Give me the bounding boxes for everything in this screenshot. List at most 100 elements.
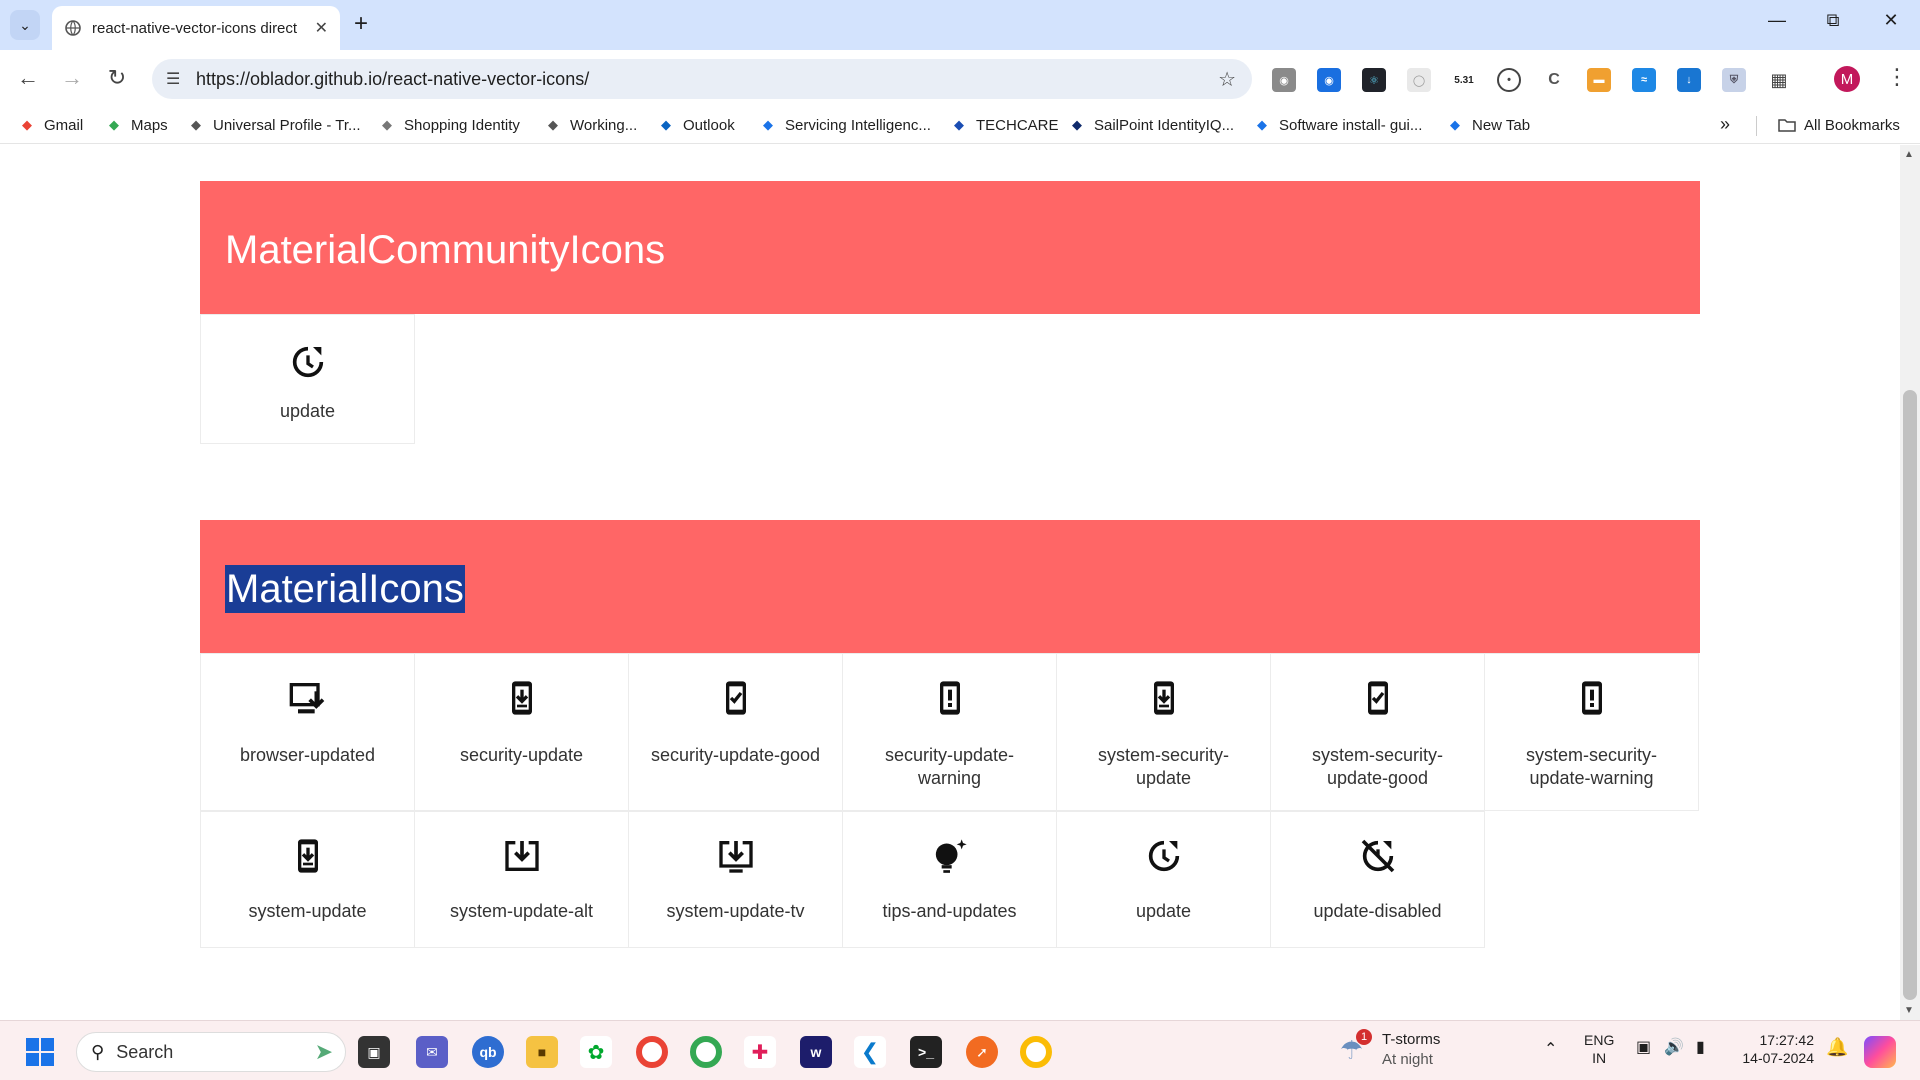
back-button[interactable]: ←: [14, 66, 42, 90]
bookmark-item[interactable]: ◆ Working...: [544, 116, 637, 134]
icon-cell[interactable]: system-update-alt: [414, 811, 629, 948]
icon-cell[interactable]: system-security-update: [1056, 653, 1271, 811]
icon-cell[interactable]: browser-updated: [200, 653, 415, 811]
all-bookmarks-button[interactable]: All Bookmarks: [1778, 116, 1900, 134]
chrome-icon[interactable]: [1020, 1036, 1052, 1068]
vscode-icon[interactable]: ❮: [854, 1036, 886, 1068]
volume-icon[interactable]: 🔊: [1664, 1037, 1684, 1057]
bookmark-item[interactable]: ◆ Universal Profile - Tr...: [187, 116, 361, 134]
bookmarks-overflow-icon[interactable]: »: [1720, 114, 1730, 135]
teams-icon[interactable]: ✉: [416, 1036, 448, 1068]
browser-toolbar: ← → ↻ ☰ https://oblador.github.io/react-…: [0, 50, 1920, 108]
tab-search-button[interactable]: ⌄: [10, 10, 40, 40]
bookmark-item[interactable]: ◆ Servicing Intelligenc...: [759, 116, 931, 134]
icon-cell[interactable]: update: [1056, 811, 1271, 948]
wallet-extension-icon[interactable]: ▬: [1587, 68, 1611, 92]
network-icon[interactable]: ▣: [1636, 1037, 1651, 1057]
tray-chevron-up-icon[interactable]: ⌃: [1544, 1039, 1557, 1059]
puzzle-extensions-icon[interactable]: ▦: [1767, 68, 1791, 92]
icon-cell[interactable]: security-update-good: [628, 653, 843, 811]
profile-avatar[interactable]: M: [1834, 66, 1860, 92]
bookmark-item[interactable]: ◆ Maps: [105, 116, 168, 134]
close-window-button[interactable]: ✕: [1876, 10, 1906, 31]
chevron-down-icon: ⌄: [19, 16, 31, 33]
restore-button[interactable]: ⧉: [1818, 10, 1848, 31]
section-title: MaterialIcons: [225, 565, 465, 613]
all-bookmarks-label: All Bookmarks: [1804, 116, 1900, 134]
chrome-profile-r-icon[interactable]: [690, 1036, 722, 1068]
bookmark-label: Shopping Identity: [404, 116, 520, 134]
reload-button[interactable]: ↻: [103, 66, 131, 90]
bookmark-item[interactable]: ◆ New Tab: [1446, 116, 1530, 134]
bookmark-item[interactable]: ◆ Gmail: [18, 116, 83, 134]
address-bar[interactable]: ☰ https://oblador.github.io/react-native…: [152, 59, 1252, 99]
minimize-button[interactable]: —: [1762, 10, 1792, 31]
notification-bell-icon[interactable]: 🔔: [1826, 1037, 1848, 1058]
icon-name: update: [1135, 901, 1192, 921]
extension-circle-icon[interactable]: ◯: [1407, 68, 1431, 92]
screenshot-extension-icon[interactable]: ◉: [1317, 68, 1341, 92]
menu-kebab-icon[interactable]: ⋮: [1886, 64, 1908, 90]
scrollbar-thumb[interactable]: [1903, 390, 1917, 1000]
phone-down-icon: [297, 839, 318, 873]
site-info-icon[interactable]: ☰: [166, 69, 180, 89]
page-scrollbar[interactable]: ▲ ▼: [1900, 145, 1920, 1020]
bookmark-item[interactable]: ◆ Shopping Identity: [378, 116, 520, 134]
badge-extension-icon[interactable]: 5.31: [1452, 68, 1476, 92]
code-extension-icon[interactable]: •: [1497, 68, 1521, 92]
react-devtools-icon[interactable]: ⚛: [1362, 68, 1386, 92]
camera-extension-icon[interactable]: ◉: [1272, 68, 1296, 92]
taskbar-search[interactable]: ⚲ Search ➤: [76, 1032, 346, 1072]
scroll-down-icon[interactable]: ▼: [1904, 1005, 1914, 1016]
task-view-icon[interactable]: ▣: [358, 1036, 390, 1068]
bookmark-item[interactable]: ◆ SailPoint IdentityIQ...: [1068, 116, 1234, 134]
bookmark-item[interactable]: ◆ TECHCARE: [950, 116, 1059, 134]
tab-strip: ⌄ react-native-vector-icons direct ✕ + —…: [0, 0, 1920, 50]
bookmark-star-icon[interactable]: ☆: [1218, 67, 1236, 92]
bookmarks-bar: » All Bookmarks ◆ Gmail ◆ Maps ◆ Universal Pr…: [0, 108, 1920, 144]
c-extension-icon[interactable]: C: [1542, 68, 1566, 92]
terminal-icon[interactable]: >_: [910, 1036, 942, 1068]
icon-cell[interactable]: system-update-tv: [628, 811, 843, 948]
bookmark-label: TECHCARE: [976, 116, 1059, 134]
active-tab[interactable]: react-native-vector-icons direct ✕: [52, 6, 340, 50]
bookmark-item[interactable]: ◆ Software install- gui...: [1253, 116, 1422, 134]
section-title: MaterialCommunityIcons: [225, 228, 666, 272]
weather-badge: 1: [1356, 1029, 1372, 1045]
icon-cell[interactable]: system-update: [200, 811, 415, 948]
file-explorer-icon[interactable]: ■: [526, 1036, 558, 1068]
webex-icon[interactable]: w: [800, 1036, 832, 1068]
icon-cell[interactable]: tips-and-updates: [842, 811, 1057, 948]
copilot-icon[interactable]: [1864, 1036, 1896, 1068]
icon-cell[interactable]: system-security-update-good: [1270, 653, 1485, 811]
windows-start-icon[interactable]: [24, 1036, 56, 1068]
scroll-up-icon[interactable]: ▲: [1904, 149, 1914, 160]
slack-icon[interactable]: ✚: [744, 1036, 776, 1068]
icon-cell[interactable]: system-security-update-warning: [1484, 653, 1699, 811]
battery-icon[interactable]: ▮: [1696, 1037, 1705, 1057]
language-indicator[interactable]: ENG IN: [1584, 1031, 1614, 1067]
qb-icon[interactable]: qb: [472, 1036, 504, 1068]
forward-button[interactable]: →: [58, 66, 86, 90]
software-icon: ◆: [1257, 117, 1267, 132]
close-tab-icon[interactable]: ✕: [315, 18, 328, 38]
bookmark-item[interactable]: ◆ Outlook: [657, 116, 735, 134]
servicing-icon: ◆: [763, 117, 773, 132]
wifi-extension-icon[interactable]: ≈: [1632, 68, 1656, 92]
phone-down-icon: [1153, 681, 1174, 715]
icon-cell[interactable]: update: [200, 314, 415, 444]
maps-icon: ◆: [109, 117, 119, 132]
new-tab-button[interactable]: +: [354, 12, 368, 36]
bookmark-label: Outlook: [683, 116, 735, 134]
evernote-icon[interactable]: ✿: [580, 1036, 612, 1068]
icon-cell[interactable]: update-disabled: [1270, 811, 1485, 948]
chrome-profile-m-icon[interactable]: [636, 1036, 668, 1068]
bookmark-label: SailPoint IdentityIQ...: [1094, 116, 1235, 134]
icon-cell[interactable]: security-update: [414, 653, 629, 811]
postman-icon[interactable]: ➚: [966, 1036, 998, 1068]
icon-name: browser-updated: [239, 745, 376, 765]
download-extension-icon[interactable]: ↓: [1677, 68, 1701, 92]
clock[interactable]: 17:27:42 14-07-2024: [1740, 1031, 1814, 1067]
icon-cell[interactable]: security-update-warning: [842, 653, 1057, 811]
shield-extension-icon[interactable]: ⛨: [1722, 68, 1746, 92]
